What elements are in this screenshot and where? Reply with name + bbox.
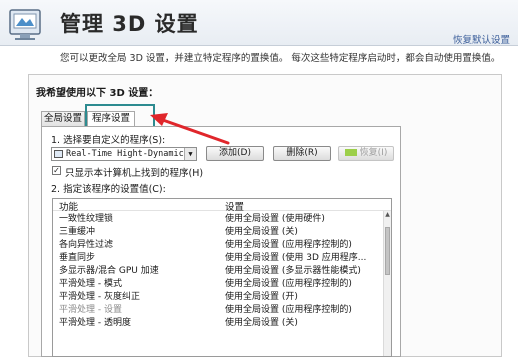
- table-row[interactable]: 各向异性过滤 使用全局设置 (应用程序控制的): [53, 239, 383, 252]
- feature-name: 垂直同步: [59, 253, 96, 263]
- feature-setting: 使用全局设置 (应用程序控制的): [225, 279, 352, 289]
- section-label: 我希望使用以下 3D 设置：: [36, 88, 159, 99]
- program-select[interactable]: Real-Time Hight-Dynamic Ran ▼: [51, 147, 197, 161]
- add-button[interactable]: 添加(D): [206, 146, 264, 161]
- feature-name: 一致性纹理锁: [59, 214, 114, 224]
- table-row[interactable]: 平滑处理 - 透明度 使用全局设置 (关): [53, 317, 383, 330]
- feature-setting: 使用全局设置 (应用程序控制的): [225, 240, 352, 250]
- feature-setting: 使用全局设置 (使用 3D 应用程序...: [225, 253, 367, 263]
- page-title: 管理 3D 设置: [60, 12, 199, 36]
- show-local-programs-checkbox[interactable]: ✓: [52, 166, 61, 175]
- feature-setting: 使用全局设置 (多显示器性能模式): [225, 266, 361, 276]
- feature-setting: 使用全局设置 (应用程序控制的): [225, 305, 352, 315]
- program-select-value: Real-Time Hight-Dynamic Ran: [66, 149, 197, 159]
- red-arrow-annotation: [150, 113, 230, 145]
- restore-defaults-link[interactable]: 恢复默认设置: [453, 32, 510, 46]
- feature-name: 平滑处理 - 设置: [59, 305, 122, 315]
- table-row[interactable]: 多显示器/混合 GPU 加速 使用全局设置 (多显示器性能模式): [53, 265, 383, 278]
- scroll-up-icon[interactable]: ▲: [384, 211, 391, 219]
- feature-name: 多显示器/混合 GPU 加速: [59, 266, 159, 276]
- app-icon: [54, 150, 63, 158]
- feature-name: 平滑处理 - 灰度纠正: [59, 292, 140, 302]
- list-scrollbar[interactable]: ▲: [383, 211, 391, 356]
- remove-button[interactable]: 删除(R): [273, 146, 331, 161]
- restore-button-label: 恢复(I): [359, 148, 388, 158]
- tab-global-settings[interactable]: 全局设置: [41, 111, 85, 126]
- page-description: 您可以更改全局 3D 设置，并建立特定程序的置换值。 每次这些特定程序启动时，都…: [60, 53, 501, 64]
- table-row[interactable]: 三重缓冲 使用全局设置 (关): [53, 226, 383, 239]
- table-row[interactable]: 平滑处理 - 设置 使用全局设置 (应用程序控制的): [53, 304, 383, 317]
- feature-setting: 使用全局设置 (关): [225, 227, 298, 237]
- feature-settings-list: 功能 设置 一致性纹理锁 使用全局设置 (使用硬件) 三重缓冲 使用全局设置 (…: [52, 198, 392, 357]
- table-row[interactable]: 一致性纹理锁 使用全局设置 (使用硬件): [53, 213, 383, 226]
- restore-button[interactable]: 恢复(I): [338, 146, 394, 161]
- checkbox-label: 只显示本计算机上找到的程序(H): [65, 168, 204, 179]
- header-bar: 管理 3D 设置 恢复默认设置: [0, 0, 518, 46]
- feature-name: 平滑处理 - 透明度: [59, 318, 131, 328]
- scrollbar-thumb[interactable]: [385, 227, 390, 275]
- nvidia-icon: [344, 149, 357, 156]
- list-header: 功能 设置: [53, 199, 391, 213]
- step2-label: 2. 指定该程序的设置值(C):: [51, 184, 166, 195]
- nvidia-control-panel-icon: [9, 9, 41, 40]
- header-setting: 设置: [225, 202, 245, 213]
- feature-name: 三重缓冲: [59, 227, 96, 237]
- feature-setting: 使用全局设置 (开): [225, 292, 298, 302]
- feature-setting: 使用全局设置 (使用硬件): [225, 214, 325, 224]
- feature-name: 平滑处理 - 模式: [59, 279, 122, 289]
- table-row[interactable]: 平滑处理 - 灰度纠正 使用全局设置 (开): [53, 291, 383, 304]
- table-row[interactable]: 垂直同步 使用全局设置 (使用 3D 应用程序...: [53, 252, 383, 265]
- feature-setting: 使用全局设置 (关): [225, 318, 298, 328]
- feature-name: 各向异性过滤: [59, 240, 114, 250]
- table-row[interactable]: 平滑处理 - 模式 使用全局设置 (应用程序控制的): [53, 278, 383, 291]
- header-feature: 功能: [59, 202, 79, 213]
- chevron-down-icon[interactable]: ▼: [184, 148, 196, 160]
